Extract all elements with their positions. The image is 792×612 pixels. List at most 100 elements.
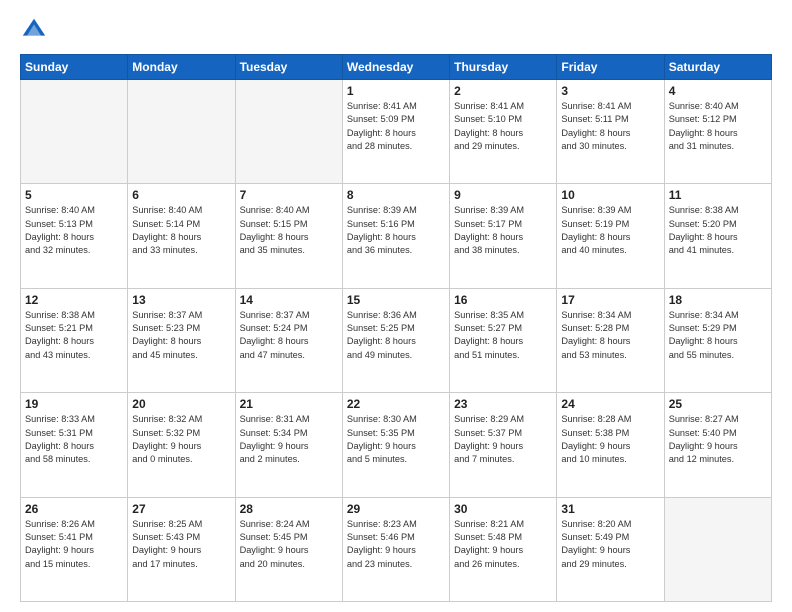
day-cell: 21Sunrise: 8:31 AM Sunset: 5:34 PM Dayli… <box>235 393 342 497</box>
weekday-header-tuesday: Tuesday <box>235 55 342 80</box>
weekday-header-wednesday: Wednesday <box>342 55 449 80</box>
day-cell: 10Sunrise: 8:39 AM Sunset: 5:19 PM Dayli… <box>557 184 664 288</box>
day-cell: 13 Sunrise: 8:37 AM Sunset: 5:23 PM Dayli… <box>128 288 235 392</box>
day-number: 15 <box>347 293 445 307</box>
day-info: Sunrise: 8:37 AM Sunset: 5:24 PM Dayligh… <box>240 309 338 362</box>
day-cell: 15 Sunrise: 8:36 AM Sunset: 5:25 PM Dayli… <box>342 288 449 392</box>
day-info: Sunrise: 8:29 AM Sunset: 5:37 PM Dayligh… <box>454 413 552 466</box>
day-cell: 7Sunrise: 8:40 AM Sunset: 5:15 PM Daylig… <box>235 184 342 288</box>
day-number: 21 <box>240 397 338 411</box>
day-info: Sunrise: 8:39 AM Sunset: 5:19 PM Dayligh… <box>561 204 659 257</box>
day-info: Sunrise: 8:41 AM Sunset: 5:11 PM Dayligh… <box>561 100 659 153</box>
day-info: Sunrise: 8:41 AM Sunset: 5:09 PM Dayligh… <box>347 100 445 153</box>
day-info: Sunrise: 8:25 AM Sunset: 5:43 PM Dayligh… <box>132 518 230 571</box>
day-number: 31 <box>561 502 659 516</box>
weekday-header-friday: Friday <box>557 55 664 80</box>
calendar-table: SundayMondayTuesdayWednesdayThursdayFrid… <box>20 54 772 602</box>
day-cell <box>128 80 235 184</box>
day-number: 25 <box>669 397 767 411</box>
week-row-2: 12Sunrise: 8:38 AM Sunset: 5:21 PM Dayli… <box>21 288 772 392</box>
day-info: Sunrise: 8:21 AM Sunset: 5:48 PM Dayligh… <box>454 518 552 571</box>
day-cell: 18 Sunrise: 8:34 AM Sunset: 5:29 PM Dayli… <box>664 288 771 392</box>
day-number: 24 <box>561 397 659 411</box>
day-cell: 2 Sunrise: 8:41 AM Sunset: 5:10 PM Daylig… <box>450 80 557 184</box>
day-cell: 5 Sunrise: 8:40 AM Sunset: 5:13 PM Daylig… <box>21 184 128 288</box>
day-info: Sunrise: 8:40 AM Sunset: 5:15 PM Dayligh… <box>240 204 338 257</box>
day-number: 18 <box>669 293 767 307</box>
week-row-1: 5 Sunrise: 8:40 AM Sunset: 5:13 PM Daylig… <box>21 184 772 288</box>
day-cell: 6Sunrise: 8:40 AM Sunset: 5:14 PM Daylig… <box>128 184 235 288</box>
logo-icon <box>20 16 48 44</box>
week-row-4: 26 Sunrise: 8:26 AM Sunset: 5:41 PM Dayli… <box>21 497 772 601</box>
day-cell: 11 Sunrise: 8:38 AM Sunset: 5:20 PM Dayli… <box>664 184 771 288</box>
day-number: 11 <box>669 188 767 202</box>
day-info: Sunrise: 8:41 AM Sunset: 5:10 PM Dayligh… <box>454 100 552 153</box>
day-number: 30 <box>454 502 552 516</box>
day-cell: 9Sunrise: 8:39 AM Sunset: 5:17 PM Daylig… <box>450 184 557 288</box>
day-cell: 24 Sunrise: 8:28 AM Sunset: 5:38 PM Dayli… <box>557 393 664 497</box>
day-cell: 3 Sunrise: 8:41 AM Sunset: 5:11 PM Daylig… <box>557 80 664 184</box>
day-cell: 29Sunrise: 8:23 AM Sunset: 5:46 PM Dayli… <box>342 497 449 601</box>
logo <box>20 16 52 44</box>
day-info: Sunrise: 8:38 AM Sunset: 5:21 PM Dayligh… <box>25 309 123 362</box>
day-number: 14 <box>240 293 338 307</box>
day-info: Sunrise: 8:23 AM Sunset: 5:46 PM Dayligh… <box>347 518 445 571</box>
day-cell <box>235 80 342 184</box>
weekday-header-monday: Monday <box>128 55 235 80</box>
day-number: 23 <box>454 397 552 411</box>
day-info: Sunrise: 8:24 AM Sunset: 5:45 PM Dayligh… <box>240 518 338 571</box>
day-cell: 31 Sunrise: 8:20 AM Sunset: 5:49 PM Dayli… <box>557 497 664 601</box>
day-number: 8 <box>347 188 445 202</box>
day-cell <box>21 80 128 184</box>
day-info: Sunrise: 8:26 AM Sunset: 5:41 PM Dayligh… <box>25 518 123 571</box>
day-cell: 22Sunrise: 8:30 AM Sunset: 5:35 PM Dayli… <box>342 393 449 497</box>
day-info: Sunrise: 8:20 AM Sunset: 5:49 PM Dayligh… <box>561 518 659 571</box>
day-info: Sunrise: 8:32 AM Sunset: 5:32 PM Dayligh… <box>132 413 230 466</box>
day-cell: 26 Sunrise: 8:26 AM Sunset: 5:41 PM Dayli… <box>21 497 128 601</box>
day-cell: 17 Sunrise: 8:34 AM Sunset: 5:28 PM Dayli… <box>557 288 664 392</box>
day-cell: 4Sunrise: 8:40 AM Sunset: 5:12 PM Daylig… <box>664 80 771 184</box>
day-cell: 8Sunrise: 8:39 AM Sunset: 5:16 PM Daylig… <box>342 184 449 288</box>
day-info: Sunrise: 8:39 AM Sunset: 5:17 PM Dayligh… <box>454 204 552 257</box>
day-number: 1 <box>347 84 445 98</box>
weekday-header-sunday: Sunday <box>21 55 128 80</box>
day-number: 13 <box>132 293 230 307</box>
day-info: Sunrise: 8:33 AM Sunset: 5:31 PM Dayligh… <box>25 413 123 466</box>
week-row-0: 1 Sunrise: 8:41 AM Sunset: 5:09 PM Daylig… <box>21 80 772 184</box>
day-cell: 14 Sunrise: 8:37 AM Sunset: 5:24 PM Dayli… <box>235 288 342 392</box>
day-number: 20 <box>132 397 230 411</box>
day-info: Sunrise: 8:28 AM Sunset: 5:38 PM Dayligh… <box>561 413 659 466</box>
day-number: 4 <box>669 84 767 98</box>
day-info: Sunrise: 8:36 AM Sunset: 5:25 PM Dayligh… <box>347 309 445 362</box>
day-number: 5 <box>25 188 123 202</box>
page: SundayMondayTuesdayWednesdayThursdayFrid… <box>0 0 792 612</box>
day-number: 27 <box>132 502 230 516</box>
day-cell: 23 Sunrise: 8:29 AM Sunset: 5:37 PM Dayli… <box>450 393 557 497</box>
day-number: 19 <box>25 397 123 411</box>
week-row-3: 19 Sunrise: 8:33 AM Sunset: 5:31 PM Dayli… <box>21 393 772 497</box>
day-number: 3 <box>561 84 659 98</box>
day-cell: 25Sunrise: 8:27 AM Sunset: 5:40 PM Dayli… <box>664 393 771 497</box>
day-number: 17 <box>561 293 659 307</box>
weekday-header-saturday: Saturday <box>664 55 771 80</box>
day-cell: 28 Sunrise: 8:24 AM Sunset: 5:45 PM Dayli… <box>235 497 342 601</box>
day-cell: 27 Sunrise: 8:25 AM Sunset: 5:43 PM Dayli… <box>128 497 235 601</box>
day-number: 26 <box>25 502 123 516</box>
day-cell: 20 Sunrise: 8:32 AM Sunset: 5:32 PM Dayli… <box>128 393 235 497</box>
day-info: Sunrise: 8:40 AM Sunset: 5:14 PM Dayligh… <box>132 204 230 257</box>
day-info: Sunrise: 8:37 AM Sunset: 5:23 PM Dayligh… <box>132 309 230 362</box>
day-info: Sunrise: 8:34 AM Sunset: 5:28 PM Dayligh… <box>561 309 659 362</box>
day-number: 2 <box>454 84 552 98</box>
day-cell: 12Sunrise: 8:38 AM Sunset: 5:21 PM Dayli… <box>21 288 128 392</box>
day-info: Sunrise: 8:40 AM Sunset: 5:13 PM Dayligh… <box>25 204 123 257</box>
weekday-header-thursday: Thursday <box>450 55 557 80</box>
weekday-header-row: SundayMondayTuesdayWednesdayThursdayFrid… <box>21 55 772 80</box>
day-info: Sunrise: 8:38 AM Sunset: 5:20 PM Dayligh… <box>669 204 767 257</box>
day-info: Sunrise: 8:34 AM Sunset: 5:29 PM Dayligh… <box>669 309 767 362</box>
day-cell: 19 Sunrise: 8:33 AM Sunset: 5:31 PM Dayli… <box>21 393 128 497</box>
day-number: 22 <box>347 397 445 411</box>
day-number: 28 <box>240 502 338 516</box>
day-number: 16 <box>454 293 552 307</box>
header <box>20 16 772 44</box>
day-cell: 16Sunrise: 8:35 AM Sunset: 5:27 PM Dayli… <box>450 288 557 392</box>
